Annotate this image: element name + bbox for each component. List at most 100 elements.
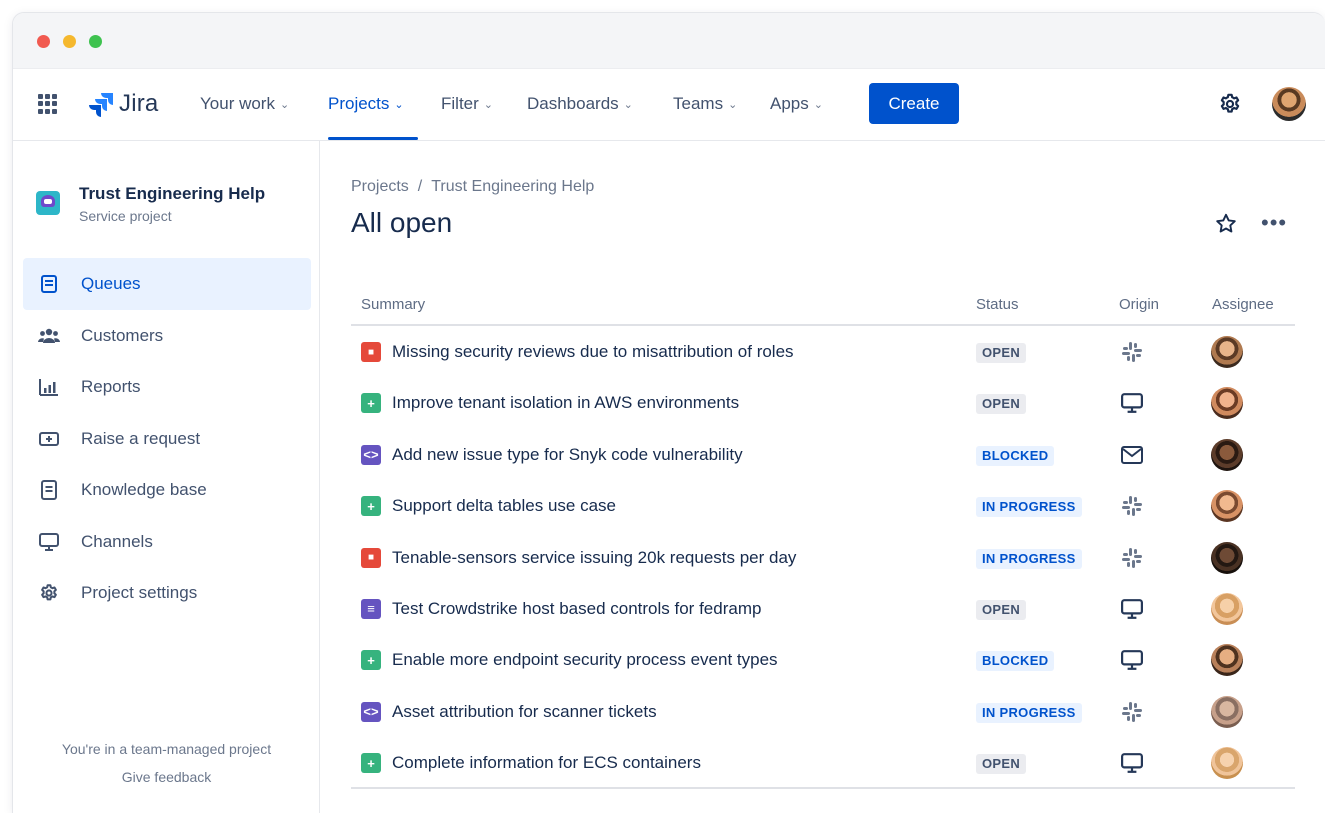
assignee-avatar[interactable] [1211, 747, 1243, 780]
sidebar-item-label: Knowledge base [81, 480, 207, 499]
table-row[interactable]: + Support delta tables use case IN PROGRES… [351, 480, 1295, 531]
breadcrumb: Projects / Trust Engineering Help [351, 178, 594, 196]
assignee-avatar[interactable] [1211, 336, 1243, 368]
portal-origin-icon [1119, 391, 1145, 415]
sidebar-item-queues[interactable]: Queues [23, 258, 311, 310]
settings-gear-icon[interactable] [1217, 91, 1243, 117]
table-row[interactable]: <> Asset attribution for scanner tickets I… [351, 686, 1295, 737]
jira-logo[interactable]: Jira [89, 90, 158, 118]
table-row[interactable]: ■ Missing security reviews due to misattr… [351, 326, 1295, 377]
column-origin[interactable]: Origin [1119, 296, 1159, 313]
page-title: All open [351, 207, 453, 238]
sidebar-item-channels[interactable]: Channels [23, 516, 311, 568]
breadcrumb-project[interactable]: Trust Engineering Help [431, 178, 594, 195]
knowledge-base-icon [38, 479, 60, 501]
give-feedback-link[interactable]: Give feedback [13, 769, 320, 785]
issue-summary[interactable]: Improve tenant isolation in AWS environm… [392, 393, 739, 413]
top-navigation: Jira Your work ⌄ Projects ⌄ Filter ⌄ Dashbo… [13, 69, 1325, 141]
active-tab-indicator [328, 137, 418, 140]
sidebar-item-project-settings[interactable]: Project settings [23, 567, 311, 619]
assignee-avatar[interactable] [1211, 541, 1243, 574]
table-row[interactable]: ■ Tenable-sensors service issuing 20k req… [351, 532, 1295, 583]
issue-summary[interactable]: Complete information for ECS containers [392, 753, 701, 773]
nav-label: Filter [441, 94, 479, 113]
chevron-down-icon: ⌄ [394, 98, 404, 111]
issue-summary[interactable]: Support delta tables use case [392, 496, 616, 516]
minimize-window-button[interactable] [63, 35, 76, 48]
sidebar-item-label: Reports [81, 377, 141, 396]
star-icon[interactable] [1214, 212, 1238, 236]
sidebar-item-reports[interactable]: Reports [23, 361, 311, 413]
issue-summary[interactable]: Enable more endpoint security process ev… [392, 650, 778, 670]
issue-summary[interactable]: Missing security reviews due to misattri… [392, 342, 794, 362]
team-managed-note: You're in a team-managed project [61, 741, 272, 757]
assignee-avatar[interactable] [1211, 644, 1243, 677]
status-badge[interactable]: IN PROGRESS [976, 702, 1082, 723]
nav-dashboards[interactable]: Dashboards ⌄ [527, 94, 633, 114]
table-row[interactable]: + Complete information for ECS containers… [351, 737, 1295, 789]
project-name[interactable]: Trust Engineering Help [79, 184, 265, 204]
close-window-button[interactable] [37, 35, 50, 48]
maximize-window-button[interactable] [89, 35, 102, 48]
assignee-avatar[interactable] [1211, 438, 1243, 471]
nav-teams[interactable]: Teams ⌄ [673, 94, 737, 114]
sidebar-item-label: Raise a request [81, 429, 201, 448]
nav-your-work[interactable]: Your work ⌄ [200, 94, 289, 114]
raise-request-icon [38, 428, 60, 450]
status-badge[interactable]: IN PROGRESS [976, 497, 1082, 518]
portal-origin-icon [1119, 597, 1145, 621]
nav-projects[interactable]: Projects ⌄ [328, 94, 404, 114]
chevron-down-icon: ⌄ [483, 98, 493, 111]
status-badge[interactable]: OPEN [976, 394, 1027, 415]
column-assignee[interactable]: Assignee [1212, 296, 1274, 313]
status-badge[interactable]: OPEN [976, 754, 1027, 775]
more-options-icon[interactable]: ••• [1261, 212, 1287, 234]
create-button[interactable]: Create [869, 83, 959, 124]
gear-icon [38, 582, 60, 604]
code-type-icon: <> [361, 701, 381, 722]
nav-filter[interactable]: Filter ⌄ [441, 94, 493, 114]
assignee-avatar[interactable] [1211, 490, 1243, 523]
chevron-down-icon: ⌄ [728, 98, 738, 111]
app-switcher-icon[interactable] [38, 94, 58, 114]
new-feature-type-icon: + [361, 496, 381, 517]
sidebar-item-raise-request[interactable]: Raise a request [23, 413, 311, 465]
sidebar-item-label: Queues [81, 274, 141, 293]
table-body: ■ Missing security reviews due to misattr… [351, 326, 1295, 789]
status-badge[interactable]: IN PROGRESS [976, 548, 1082, 569]
table-row[interactable]: + Enable more endpoint security process e… [351, 634, 1295, 685]
assignee-avatar[interactable] [1211, 592, 1243, 625]
status-badge[interactable]: BLOCKED [976, 651, 1055, 672]
chevron-down-icon: ⌄ [279, 98, 290, 111]
issue-summary[interactable]: Add new issue type for Snyk code vulnera… [392, 445, 743, 465]
nav-label: Teams [673, 94, 724, 113]
column-summary[interactable]: Summary [361, 296, 425, 313]
issue-summary[interactable]: Tenable-sensors service issuing 20k requ… [392, 548, 796, 568]
assignee-avatar[interactable] [1211, 387, 1243, 420]
status-badge[interactable]: BLOCKED [976, 445, 1055, 466]
code-type-icon: <> [361, 444, 381, 465]
nav-label: Dashboards [527, 94, 619, 113]
nav-label: Projects [328, 94, 390, 113]
column-status[interactable]: Status [976, 296, 1019, 313]
sidebar-item-customers[interactable]: Customers [23, 310, 311, 362]
status-badge[interactable]: OPEN [976, 599, 1027, 620]
table-row[interactable]: ≡ Test Crowdstrike host based controls fo… [351, 583, 1295, 634]
nav-apps[interactable]: Apps ⌄ [770, 94, 823, 114]
user-avatar[interactable] [1272, 87, 1306, 121]
breadcrumb-projects[interactable]: Projects [351, 178, 409, 195]
sidebar-item-label: Channels [81, 532, 153, 551]
email-origin-icon [1119, 443, 1145, 467]
table-row[interactable]: <> Add new issue type for Snyk code vulne… [351, 429, 1295, 480]
issue-summary[interactable]: Asset attribution for scanner tickets [392, 702, 657, 722]
logo-text: Jira [119, 90, 159, 117]
assignee-avatar[interactable] [1211, 695, 1243, 728]
channels-icon [38, 531, 60, 553]
bug-type-icon: ■ [361, 547, 381, 568]
slack-origin-icon [1119, 494, 1145, 518]
table-row[interactable]: + Improve tenant isolation in AWS environ… [351, 377, 1295, 428]
new-feature-type-icon: + [361, 650, 381, 671]
issue-summary[interactable]: Test Crowdstrike host based controls for… [392, 599, 761, 619]
sidebar-item-knowledge-base[interactable]: Knowledge base [23, 464, 311, 516]
status-badge[interactable]: OPEN [976, 343, 1027, 363]
